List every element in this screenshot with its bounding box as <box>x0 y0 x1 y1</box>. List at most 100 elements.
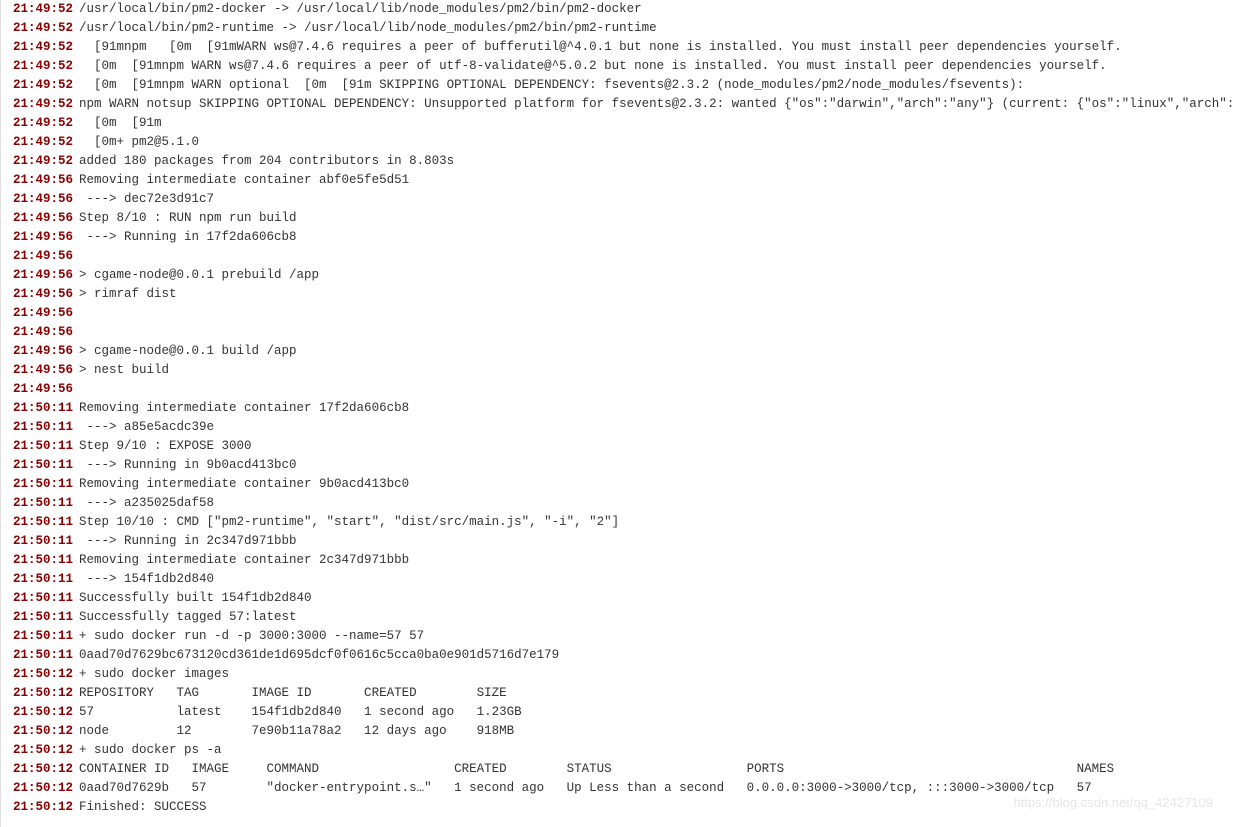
log-timestamp: 21:49:56 <box>13 211 73 225</box>
log-text: REPOSITORY TAG IMAGE ID CREATED SIZE <box>79 686 507 700</box>
log-timestamp: 21:50:11 <box>13 610 73 624</box>
log-text: ---> a85e5acdc39e <box>79 420 214 434</box>
log-line: 21:49:52/usr/local/bin/pm2-docker -> /us… <box>13 0 1233 19</box>
log-timestamp: 21:50:11 <box>13 572 73 586</box>
log-text: node 12 7e90b11a78a2 12 days ago 918MB <box>79 724 514 738</box>
log-text: > cgame-node@0.0.1 build /app <box>79 344 297 358</box>
log-line: 21:50:11 ---> 154f1db2d840 <box>13 570 1233 589</box>
log-line: 21:50:11 ---> Running in 9b0acd413bc0 <box>13 456 1233 475</box>
log-line: 21:49:56 <box>13 247 1233 266</box>
log-text: /usr/local/bin/pm2-runtime -> /usr/local… <box>79 21 657 35</box>
log-line: 21:49:56 ---> Running in 17f2da606cb8 <box>13 228 1233 247</box>
log-timestamp: 21:50:12 <box>13 667 73 681</box>
log-line: 21:50:12 CONTAINER ID IMAGE COMMAND CREAT… <box>13 760 1233 779</box>
log-line: 21:49:56 Removing intermediate container … <box>13 171 1233 190</box>
log-timestamp: 21:50:11 <box>13 591 73 605</box>
log-text: + sudo docker images <box>79 667 229 681</box>
log-line: 21:50:12 0aad70d7629b 57 "docker-entrypoi… <box>13 779 1233 798</box>
log-text: Step 8/10 : RUN npm run build <box>79 211 297 225</box>
log-text: Removing intermediate container 9b0acd41… <box>79 477 409 491</box>
log-timestamp: 21:49:56 <box>13 192 73 206</box>
log-timestamp: 21:50:11 <box>13 553 73 567</box>
log-line: 21:49:56 > rimraf dist <box>13 285 1233 304</box>
log-timestamp: 21:50:11 <box>13 420 73 434</box>
log-line: 21:49:56 <box>13 380 1233 399</box>
log-text: > nest build <box>79 363 169 377</box>
log-timestamp: 21:49:56 <box>13 344 73 358</box>
log-text: ---> Running in 17f2da606cb8 <box>79 230 297 244</box>
log-timestamp: 21:50:12 <box>13 724 73 738</box>
log-line: 21:50:12+ sudo docker ps -a <box>13 741 1233 760</box>
log-timestamp: 21:50:12 <box>13 762 73 776</box>
log-timestamp: 21:49:56 <box>13 249 73 263</box>
build-log: 21:49:52/usr/local/bin/pm2-docker -> /us… <box>0 0 1233 827</box>
log-line: 21:49:56 <box>13 304 1233 323</box>
log-line: 21:50:1257 latest 154f1db2d840 1 second … <box>13 703 1233 722</box>
log-line: 21:50:11+ sudo docker run -d -p 3000:300… <box>13 627 1233 646</box>
log-timestamp: 21:49:56 <box>13 287 73 301</box>
log-text: Finished: SUCCESS <box>79 800 207 814</box>
log-timestamp: 21:49:52 <box>13 2 73 16</box>
log-line: 21:50:12REPOSITORY TAG IMAGE ID CREATED … <box>13 684 1233 703</box>
log-text: 0aad70d7629bc673120cd361de1d695dcf0f0616… <box>79 648 559 662</box>
log-text: + sudo docker ps -a <box>79 743 222 757</box>
log-line: 21:49:56 <box>13 323 1233 342</box>
log-timestamp: 21:50:11 <box>13 515 73 529</box>
log-line: 21:49:52 [91mnpm [0m [91mWARN ws@7.4.6 r… <box>13 38 1233 57</box>
log-text: Removing intermediate container 2c347d97… <box>79 553 409 567</box>
log-text: ---> dec72e3d91c7 <box>79 192 214 206</box>
log-line: 21:49:56 > cgame-node@0.0.1 build /app <box>13 342 1233 361</box>
log-timestamp: 21:49:56 <box>13 268 73 282</box>
log-text: > rimraf dist <box>79 287 177 301</box>
log-timestamp: 21:49:52 <box>13 78 73 92</box>
log-line: 21:49:52/usr/local/bin/pm2-runtime -> /u… <box>13 19 1233 38</box>
log-timestamp: 21:49:52 <box>13 59 73 73</box>
log-text: /usr/local/bin/pm2-docker -> /usr/local/… <box>79 2 642 16</box>
log-line: 21:50:11 Removing intermediate container … <box>13 551 1233 570</box>
log-line: 21:50:11 ---> a85e5acdc39e <box>13 418 1233 437</box>
log-timestamp: 21:50:11 <box>13 439 73 453</box>
log-text: Removing intermediate container abf0e5fe… <box>79 173 409 187</box>
log-line: 21:50:11 ---> Running in 2c347d971bbb <box>13 532 1233 551</box>
log-timestamp: 21:49:56 <box>13 325 73 339</box>
log-text: [0m [91mnpm WARN optional [0m [91m SKIPP… <box>79 78 1024 92</box>
log-line: 21:49:52 [0m [91m <box>13 114 1233 133</box>
log-text: ---> Running in 9b0acd413bc0 <box>79 458 297 472</box>
log-line: 21:50:12Finished: SUCCESS <box>13 798 1233 817</box>
log-text: added 180 packages from 204 contributors… <box>79 154 454 168</box>
log-text: + sudo docker run -d -p 3000:3000 --name… <box>79 629 424 643</box>
log-timestamp: 21:50:11 <box>13 496 73 510</box>
log-text: 0aad70d7629b 57 "docker-entrypoint.s…" 1… <box>79 781 1092 795</box>
log-text: ---> Running in 2c347d971bbb <box>79 534 297 548</box>
log-text: Removing intermediate container 17f2da60… <box>79 401 409 415</box>
log-text: [0m+ pm2@5.1.0 <box>79 135 199 149</box>
log-text: [0m [91mnpm WARN ws@7.4.6 requires a pee… <box>79 59 1107 73</box>
log-line: 21:49:52added 180 packages from 204 cont… <box>13 152 1233 171</box>
log-text: > cgame-node@0.0.1 prebuild /app <box>79 268 319 282</box>
log-text: Successfully built 154f1db2d840 <box>79 591 312 605</box>
log-timestamp: 21:50:11 <box>13 648 73 662</box>
log-timestamp: 21:49:52 <box>13 116 73 130</box>
log-timestamp: 21:50:11 <box>13 401 73 415</box>
log-timestamp: 21:49:56 <box>13 306 73 320</box>
log-timestamp: 21:49:56 <box>13 382 73 396</box>
log-text: ---> 154f1db2d840 <box>79 572 214 586</box>
log-timestamp: 21:49:52 <box>13 40 73 54</box>
log-timestamp: 21:50:12 <box>13 781 73 795</box>
log-line: 21:49:56 Step 8/10 : RUN npm run build <box>13 209 1233 228</box>
log-line: 21:50:11Step 9/10 : EXPOSE 3000 <box>13 437 1233 456</box>
log-line: 21:49:52 [0m+ pm2@5.1.0 <box>13 133 1233 152</box>
log-timestamp: 21:50:11 <box>13 458 73 472</box>
log-text: 57 latest 154f1db2d840 1 second ago 1.23… <box>79 705 522 719</box>
log-text: Successfully tagged 57:latest <box>79 610 297 624</box>
log-text: Step 10/10 : CMD ["pm2-runtime", "start"… <box>79 515 619 529</box>
log-line: 21:50:11 Successfully tagged 57:latest <box>13 608 1233 627</box>
log-timestamp: 21:49:56 <box>13 173 73 187</box>
log-line: 21:50:11 ---> a235025daf58 <box>13 494 1233 513</box>
log-timestamp: 21:49:56 <box>13 230 73 244</box>
log-text: ---> a235025daf58 <box>79 496 214 510</box>
log-line: 21:49:56 ---> dec72e3d91c7 <box>13 190 1233 209</box>
log-line: 21:50:11 Step 10/10 : CMD ["pm2-runtime",… <box>13 513 1233 532</box>
log-text: CONTAINER ID IMAGE COMMAND CREATED STATU… <box>79 762 1114 776</box>
log-text: [0m [91m <box>79 116 162 130</box>
